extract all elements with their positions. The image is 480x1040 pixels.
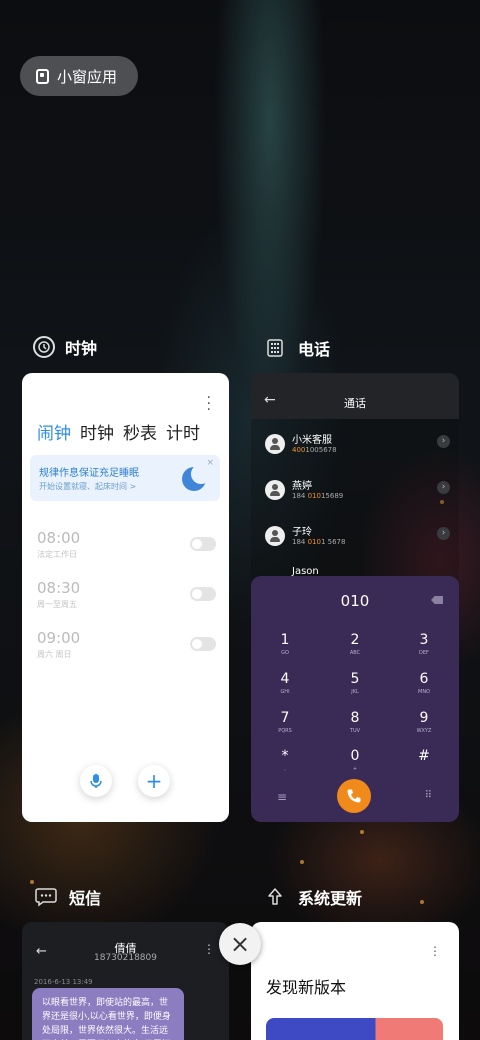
banner-subtitle: 开始设置就寝、起床时间 >	[39, 482, 137, 491]
tab-alarm[interactable]: 闹钟	[37, 419, 71, 444]
key-star[interactable]: *,	[265, 748, 305, 772]
key-4[interactable]: 4 GHI	[265, 671, 305, 695]
contact-number: 184 01015689	[292, 492, 344, 500]
more-menu-icon[interactable]: ⋮	[429, 944, 441, 958]
contact-name: 子玲	[292, 527, 312, 538]
phone-app-card[interactable]: ← 通话 小米客服 4001005678 › 燕婷 184 01015689 ›…	[251, 373, 459, 822]
alarm-toggle[interactable]	[190, 637, 216, 651]
voice-alarm-button[interactable]	[80, 765, 112, 797]
key-7[interactable]: 7 PQRS	[265, 710, 305, 734]
update-banner	[266, 1018, 443, 1040]
tab-stopwatch[interactable]: 秒表	[123, 419, 157, 444]
message-date: 2016-6-13 13:49	[34, 978, 93, 986]
banner-title: 规律作息保证充足睡眠	[39, 468, 139, 479]
contact-list: 小米客服 4001005678 › 燕婷 184 01015689 › 子玲 1…	[251, 419, 459, 579]
mic-icon	[90, 774, 102, 788]
clock-tabs: 闹钟 时钟 秒表 计时	[37, 419, 200, 444]
avatar	[265, 434, 285, 454]
contact-number: 184 0101 5678	[292, 538, 346, 546]
contact-number: 4001005678	[292, 446, 337, 454]
alarm-toggle[interactable]	[190, 587, 216, 601]
call-button[interactable]	[337, 779, 371, 813]
key-hash[interactable]: #	[404, 748, 444, 772]
alarm-item[interactable]: 08:30 周一至周五	[37, 579, 217, 610]
alarm-item[interactable]: 08:00 法定工作日	[37, 529, 217, 560]
update-app-title: 系统更新	[298, 889, 363, 908]
clock-icon	[33, 336, 55, 358]
phone-app-icon	[262, 335, 288, 361]
alarm-item[interactable]: 09:00 周六 周日	[37, 629, 217, 660]
clock-app-header: 时钟	[33, 335, 97, 359]
chevron-right-icon[interactable]: ›	[437, 527, 450, 540]
contact-item[interactable]: 小米客服 4001005678 ›	[265, 431, 450, 465]
alarm-repeat: 法定工作日	[37, 550, 77, 559]
sleep-banner[interactable]: 规律作息保证充足睡眠 开始设置就寝、起床时间 > ×	[30, 455, 220, 501]
contact-item[interactable]: 燕婷 184 01015689 ›	[265, 477, 450, 511]
more-menu-icon[interactable]: · · ·	[207, 391, 211, 417]
small-window-icon	[36, 68, 49, 84]
menu-icon[interactable]: ≡	[277, 790, 287, 804]
chevron-right-icon[interactable]: ›	[437, 435, 450, 448]
alarm-toggle[interactable]	[190, 537, 216, 551]
update-heading: 发现新版本	[266, 978, 347, 997]
contact-name: 小米客服	[292, 435, 332, 446]
update-app-card[interactable]: ⋮ 发现新版本	[251, 922, 459, 1040]
tab-clock[interactable]: 时钟	[80, 419, 114, 444]
moon-icon	[182, 464, 211, 491]
key-2[interactable]: 2 ABC	[335, 632, 375, 656]
phone-top-bar: ← 通话	[251, 373, 459, 419]
sms-contact-number: 18730218809	[94, 953, 157, 963]
more-menu-icon[interactable]: ⋮	[203, 942, 215, 956]
sms-app-title: 短信	[69, 889, 102, 908]
dial-display: 010	[340, 592, 370, 610]
contact-item[interactable]: 子玲 184 0101 5678 ›	[265, 523, 450, 557]
dialpad-grid-icon[interactable]: ⠿	[425, 790, 432, 801]
alarm-repeat: 周一至周五	[37, 600, 77, 609]
key-8[interactable]: 8 TUV	[335, 710, 375, 734]
call-icon	[347, 789, 361, 803]
clock-app-title: 时钟	[65, 339, 98, 358]
dialpad: 010 1 GO 2 ABC 3 DEF 4 GHI 5 JKL 6 MNO 7 PQRS 8…	[251, 576, 459, 822]
avatar	[265, 480, 285, 500]
key-6[interactable]: 6 MNO	[404, 671, 444, 695]
clear-all-button[interactable]: ×	[219, 923, 261, 965]
chevron-right-icon[interactable]: ›	[437, 481, 450, 494]
key-1[interactable]: 1 GO	[265, 632, 305, 656]
small-window-label: 小窗应用	[57, 67, 118, 86]
alarm-repeat: 周六 周日	[37, 650, 72, 659]
phone-app-header: 电话	[262, 335, 330, 361]
banner-close-icon[interactable]: ×	[206, 458, 214, 468]
message-bubble: 以眼看世界，即使站的最高，世界还是很小,以心看世界，即便身处局限，世界依然很大。…	[32, 988, 184, 1040]
sms-app-header: 短信	[33, 884, 101, 910]
tab-timer[interactable]: 计时	[166, 419, 200, 444]
avatar	[265, 526, 285, 546]
clock-app-card[interactable]: · · · 闹钟 时钟 秒表 计时 规律作息保证充足睡眠 开始设置就寝、起床时间 >…	[22, 373, 229, 822]
key-0[interactable]: 0 +	[335, 748, 375, 772]
phone-header-title: 通话	[344, 397, 366, 410]
small-window-apps-button[interactable]: 小窗应用	[20, 56, 138, 96]
key-5[interactable]: 5 JKL	[335, 671, 375, 695]
sms-app-card[interactable]: ← 倩倩 18730218809 ⋮ 2016-6-13 13:49 以眼看世界…	[22, 922, 229, 1040]
contact-name: 燕婷	[292, 481, 312, 492]
key-9[interactable]: 9 WXYZ	[404, 710, 444, 734]
update-app-header: 系统更新	[262, 884, 362, 910]
update-icon	[262, 884, 288, 910]
message-icon	[33, 884, 59, 910]
add-alarm-button[interactable]: +	[138, 765, 170, 797]
phone-app-title: 电话	[298, 340, 331, 359]
key-3[interactable]: 3 DEF	[404, 632, 444, 656]
